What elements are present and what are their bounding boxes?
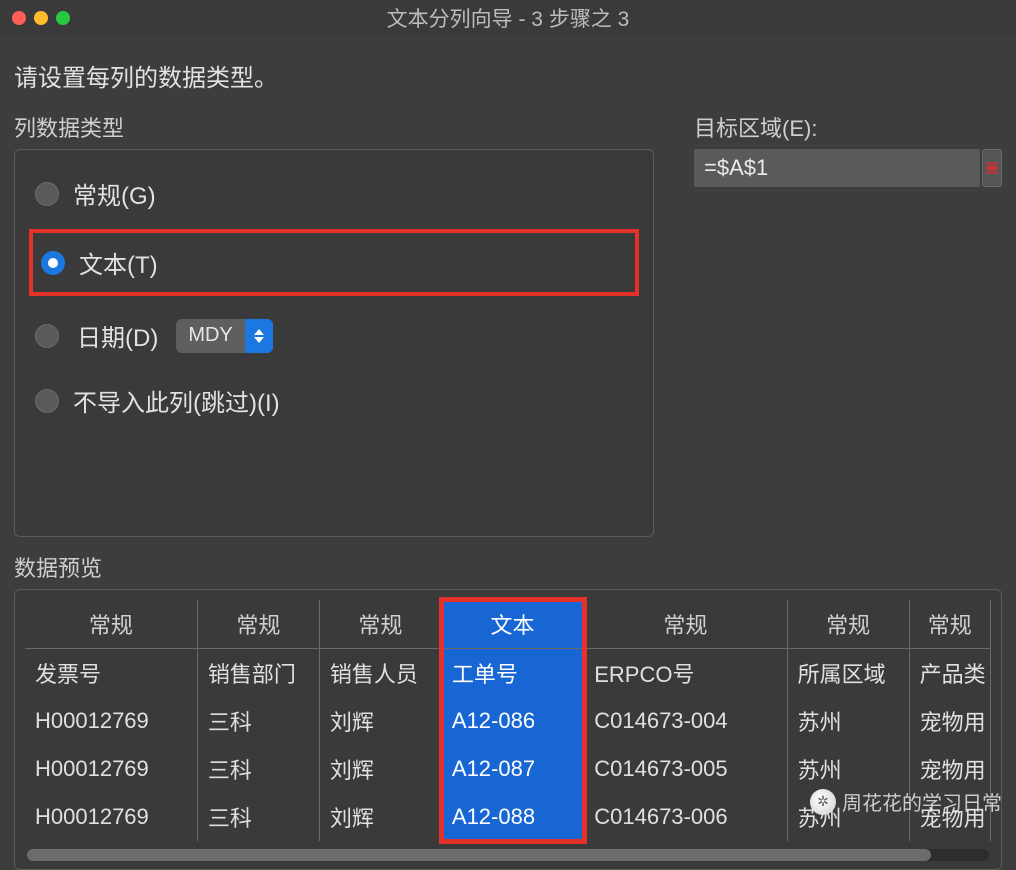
table-cell[interactable]: 销售人员 (320, 649, 442, 697)
table-cell[interactable]: H00012769 (25, 697, 198, 745)
horizontal-scrollbar[interactable] (27, 849, 989, 861)
table-row: H00012769三科刘辉A12-086C014673-004苏州宠物用 (25, 697, 991, 745)
table-cell[interactable]: 苏州 (788, 793, 910, 841)
table-cell[interactable]: 产品类 (910, 649, 991, 697)
radio-general[interactable]: 常规(G) (29, 168, 639, 219)
radio-icon (41, 251, 65, 275)
table-cell[interactable]: ERPCO号 (584, 649, 787, 697)
destination-label: 目标区域(E): (694, 111, 1002, 143)
destination-input[interactable] (694, 149, 980, 187)
date-format-value: MDY (176, 324, 244, 347)
radio-skip[interactable]: 不导入此列(跳过)(I) (29, 375, 639, 426)
radio-date-label: 日期(D) (77, 318, 158, 353)
column-header[interactable]: 常规 (320, 600, 442, 649)
table-row: 发票号销售部门销售人员工单号ERPCO号所属区域产品类 (25, 649, 991, 697)
preview-table[interactable]: 常规常规常规文本常规常规常规发票号销售部门销售人员工单号ERPCO号所属区域产品… (25, 600, 991, 841)
table-row: H00012769三科刘辉A12-087C014673-005苏州宠物用 (25, 745, 991, 793)
table-cell[interactable]: 三科 (198, 697, 320, 745)
table-cell[interactable]: 刘辉 (320, 697, 442, 745)
titlebar: 文本分列向导 - 3 步骤之 3 (0, 0, 1016, 36)
table-cell[interactable]: C014673-004 (584, 697, 787, 745)
column-header[interactable]: 文本 (442, 600, 584, 649)
preview-label: 数据预览 (14, 551, 1002, 583)
radio-text[interactable]: 文本(T) (35, 237, 633, 288)
table-cell[interactable]: 发票号 (25, 649, 198, 697)
table-row: H00012769三科刘辉A12-088C014673-006苏州宠物用 (25, 793, 991, 841)
table-cell[interactable]: 所属区域 (788, 649, 910, 697)
window-controls (12, 11, 70, 25)
column-header[interactable]: 常规 (198, 600, 320, 649)
column-header[interactable]: 常规 (584, 600, 787, 649)
table-cell[interactable]: 刘辉 (320, 793, 442, 841)
table-cell[interactable]: 工单号 (442, 649, 584, 697)
range-select-icon[interactable] (982, 149, 1002, 187)
table-cell[interactable]: 刘辉 (320, 745, 442, 793)
table-cell[interactable]: 宠物用 (910, 793, 991, 841)
table-cell[interactable]: 苏州 (788, 745, 910, 793)
table-cell[interactable]: A12-086 (442, 697, 584, 745)
close-icon[interactable] (12, 11, 26, 25)
table-cell[interactable]: 宠物用 (910, 697, 991, 745)
chevron-updown-icon (245, 319, 273, 353)
column-header[interactable]: 常规 (788, 600, 910, 649)
date-format-dropdown[interactable]: MDY (176, 319, 272, 353)
table-cell[interactable]: 销售部门 (198, 649, 320, 697)
table-cell[interactable]: 宠物用 (910, 745, 991, 793)
table-cell[interactable]: C014673-006 (584, 793, 787, 841)
radio-skip-label: 不导入此列(跳过)(I) (73, 383, 280, 418)
column-header[interactable]: 常规 (910, 600, 991, 649)
highlight-text-option: 文本(T) (29, 229, 639, 296)
radio-icon (35, 324, 59, 348)
table-cell[interactable]: H00012769 (25, 793, 198, 841)
window-title: 文本分列向导 - 3 步骤之 3 (0, 3, 1016, 33)
radio-icon (35, 389, 59, 413)
minimize-icon[interactable] (34, 11, 48, 25)
radio-general-label: 常规(G) (73, 176, 156, 211)
table-cell[interactable]: 三科 (198, 745, 320, 793)
table-cell[interactable]: C014673-005 (584, 745, 787, 793)
maximize-icon[interactable] (56, 11, 70, 25)
radio-icon (35, 182, 59, 206)
table-cell[interactable]: A12-088 (442, 793, 584, 841)
radio-date[interactable]: 日期(D) MDY (29, 310, 639, 361)
table-cell[interactable]: H00012769 (25, 745, 198, 793)
preview-box: 常规常规常规文本常规常规常规发票号销售部门销售人员工单号ERPCO号所属区域产品… (14, 589, 1002, 870)
radio-text-label: 文本(T) (79, 245, 158, 280)
table-cell[interactable]: A12-087 (442, 745, 584, 793)
coltype-group-label: 列数据类型 (14, 111, 654, 143)
instruction-text: 请设置每列的数据类型。 (0, 36, 1016, 101)
scrollbar-thumb[interactable] (27, 849, 931, 861)
table-cell[interactable]: 三科 (198, 793, 320, 841)
table-cell[interactable]: 苏州 (788, 697, 910, 745)
column-header[interactable]: 常规 (25, 600, 198, 649)
coltype-box: 常规(G) 文本(T) 日期(D) MDY (14, 149, 654, 537)
